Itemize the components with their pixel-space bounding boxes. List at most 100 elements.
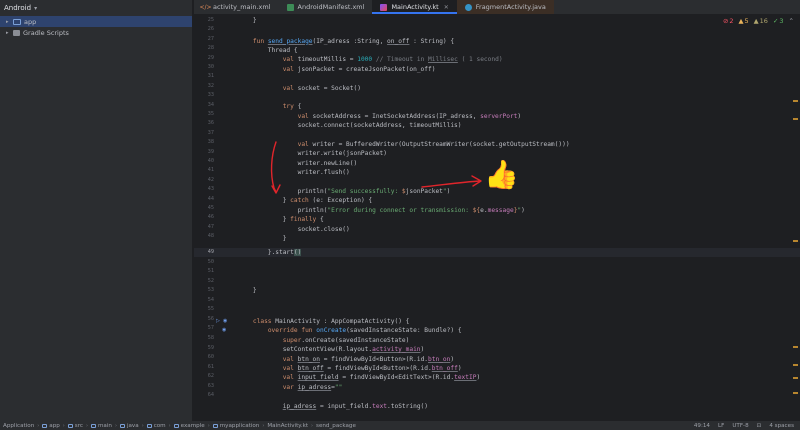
line-number: 47 [207, 223, 214, 230]
line-number: 44 [207, 195, 214, 202]
project-view-selector[interactable]: Android ▾ [0, 0, 192, 16]
code-line: Thread { [238, 47, 298, 54]
tab-label: MainActivity.kt [391, 3, 439, 11]
ok-count[interactable]: ✓ 3 [773, 17, 784, 25]
run-gutter-icon[interactable]: ▷ [216, 318, 220, 324]
kotlin-file-icon [380, 3, 388, 11]
warning-marker[interactable] [793, 118, 798, 120]
close-icon[interactable]: ✕ [444, 4, 449, 11]
code-line: super.onCreate(savedInstanceState) [282, 336, 410, 344]
line-number: 36 [207, 120, 214, 127]
code-line: socket.connect(socketAddress, timeoutMil… [238, 122, 462, 130]
chevron-right-icon: › [114, 422, 117, 429]
line-number: 63 [207, 382, 214, 389]
code-line: } [238, 235, 287, 242]
tab-fragment-activity-java[interactable]: FragmentActivity.java [456, 0, 554, 14]
warning-marker[interactable] [793, 392, 798, 394]
warning-count[interactable]: ▲ 5 [739, 17, 749, 25]
manifest-file-icon [286, 3, 294, 11]
override-gutter-icon[interactable]: ◉ [222, 327, 226, 333]
breadcrumb-item[interactable]: › MainActivity.kt [259, 423, 308, 429]
code-line: setContentView(R.layout.activity_main) [238, 346, 425, 354]
code-line: writer.newLine() [238, 159, 358, 167]
tab-label: activity_main.xml [213, 3, 271, 11]
chevron-right-icon[interactable]: ▸ [6, 19, 13, 25]
warning-marker[interactable] [793, 100, 798, 102]
error-count[interactable]: ⊘ 2 [723, 17, 734, 25]
breadcrumb-label: Application [3, 422, 35, 429]
tree-item-label: Gradle Scripts [23, 28, 69, 37]
warning-icon: ▲ [738, 17, 744, 25]
line-number: 55 [207, 306, 214, 313]
line-number: 35 [207, 111, 214, 117]
chevron-down-icon[interactable]: ▾ [34, 5, 37, 12]
chevron-up-icon[interactable]: ⌃ [789, 17, 794, 25]
breadcrumb-label: app [49, 422, 60, 429]
chevron-right-icon: › [311, 422, 314, 429]
chevron-right-icon: › [207, 422, 210, 429]
lock-icon[interactable]: ⊡ [757, 423, 762, 429]
folder-icon [13, 18, 21, 25]
warning-marker[interactable] [793, 377, 798, 379]
breadcrumb-item[interactable]: › com [139, 423, 166, 429]
weak-warning-count[interactable]: ▲ 16 [754, 17, 768, 25]
implemented-gutter-icon[interactable]: ◉ [223, 318, 227, 324]
breadcrumb-item[interactable]: › java [112, 423, 139, 429]
code-line: println("Send successfully: $jsonPacket"… [238, 188, 451, 195]
breadcrumb-label: myapplication [219, 422, 260, 429]
breadcrumb-item[interactable]: › myapplication [205, 423, 260, 429]
line-number: 40 [207, 158, 214, 164]
project-panel: Android ▾ ▸ app ▸ Gradle Scripts [0, 0, 193, 421]
chevron-right-icon: › [85, 422, 88, 429]
breadcrumb-item[interactable]: › app [34, 423, 60, 429]
line-number: 60 [207, 354, 214, 361]
inspection-widget[interactable]: ⊘ 2 ▲ 5 ▲ 16 ✓ 3 ⌃ [723, 17, 794, 25]
line-number: 46 [207, 214, 214, 221]
java-file-icon [464, 3, 472, 11]
caret-position[interactable]: 49:14 [694, 423, 710, 429]
folder-icon [212, 423, 218, 428]
tree-item-app[interactable]: ▸ app [0, 16, 192, 27]
code-line: override fun onCreate(savedInstanceState… [267, 327, 462, 335]
gradle-icon [13, 29, 20, 36]
breadcrumb-item[interactable]: Application [3, 423, 34, 429]
weak-warning-icon: ▲ [753, 17, 759, 25]
breadcrumb-item[interactable]: › send_package [308, 423, 356, 429]
breadcrumb-item[interactable]: › example [166, 423, 205, 429]
file-encoding[interactable]: UTF-8 [732, 423, 748, 429]
tree-item-label: app [24, 17, 37, 26]
code-line: val timeoutMillis = 1000 // Timeout in M… [282, 56, 503, 64]
tab-main-activity-kt[interactable]: MainActivity.kt ✕ [372, 0, 458, 14]
warning-marker[interactable] [793, 346, 798, 348]
line-number: 29 [207, 54, 214, 61]
code-area[interactable]: } fun send_package(IP_adress :String, on… [230, 16, 800, 421]
code-line: val btn_off = findViewById<Button>(R.id.… [282, 365, 462, 372]
chevron-right-icon: › [262, 422, 265, 429]
editor-tabs: </> activity_main.xml AndroidManifest.xm… [194, 0, 800, 15]
check-icon: ✓ [772, 17, 779, 25]
code-line: fun send_package(IP_adress :String, on_o… [252, 37, 455, 45]
line-number: 56 [207, 315, 214, 322]
folder-icon [42, 423, 48, 428]
breadcrumb-item[interactable]: › main [83, 423, 112, 429]
folder-icon [67, 423, 73, 428]
line-gutter: 25 26 27 28 29 30 31 32 33 34 35 36 37 38 39 40 41 42 43 44… [194, 16, 230, 421]
tab-label: FragmentActivity.java [475, 3, 546, 11]
code-line: } [238, 17, 257, 24]
tab-android-manifest[interactable]: AndroidManifest.xml [279, 0, 373, 14]
code-editor[interactable]: 25 26 27 28 29 30 31 32 33 34 35 36 37 38 39 40 41 42 43 44… [194, 16, 800, 421]
line-separator[interactable]: LF [718, 423, 724, 429]
indent-setting[interactable]: 4 spaces [769, 423, 794, 429]
chevron-right-icon[interactable]: ▸ [6, 30, 13, 36]
line-number: 27 [207, 35, 214, 42]
warning-marker[interactable] [793, 240, 798, 242]
line-number: 38 [207, 139, 214, 146]
thumbs-up-icon: 👍 [484, 158, 519, 191]
tab-activity-main-xml[interactable]: </> activity_main.xml [194, 0, 279, 14]
breadcrumb-item[interactable]: › src [60, 423, 83, 429]
line-number: 25 [207, 17, 214, 23]
code-line: writer.write(jsonPacket) [238, 150, 388, 158]
code-line: class MainActivity : AppCompatActivity()… [252, 318, 410, 325]
warning-marker[interactable] [793, 364, 798, 366]
tree-item-gradle-scripts[interactable]: ▸ Gradle Scripts [0, 27, 192, 38]
